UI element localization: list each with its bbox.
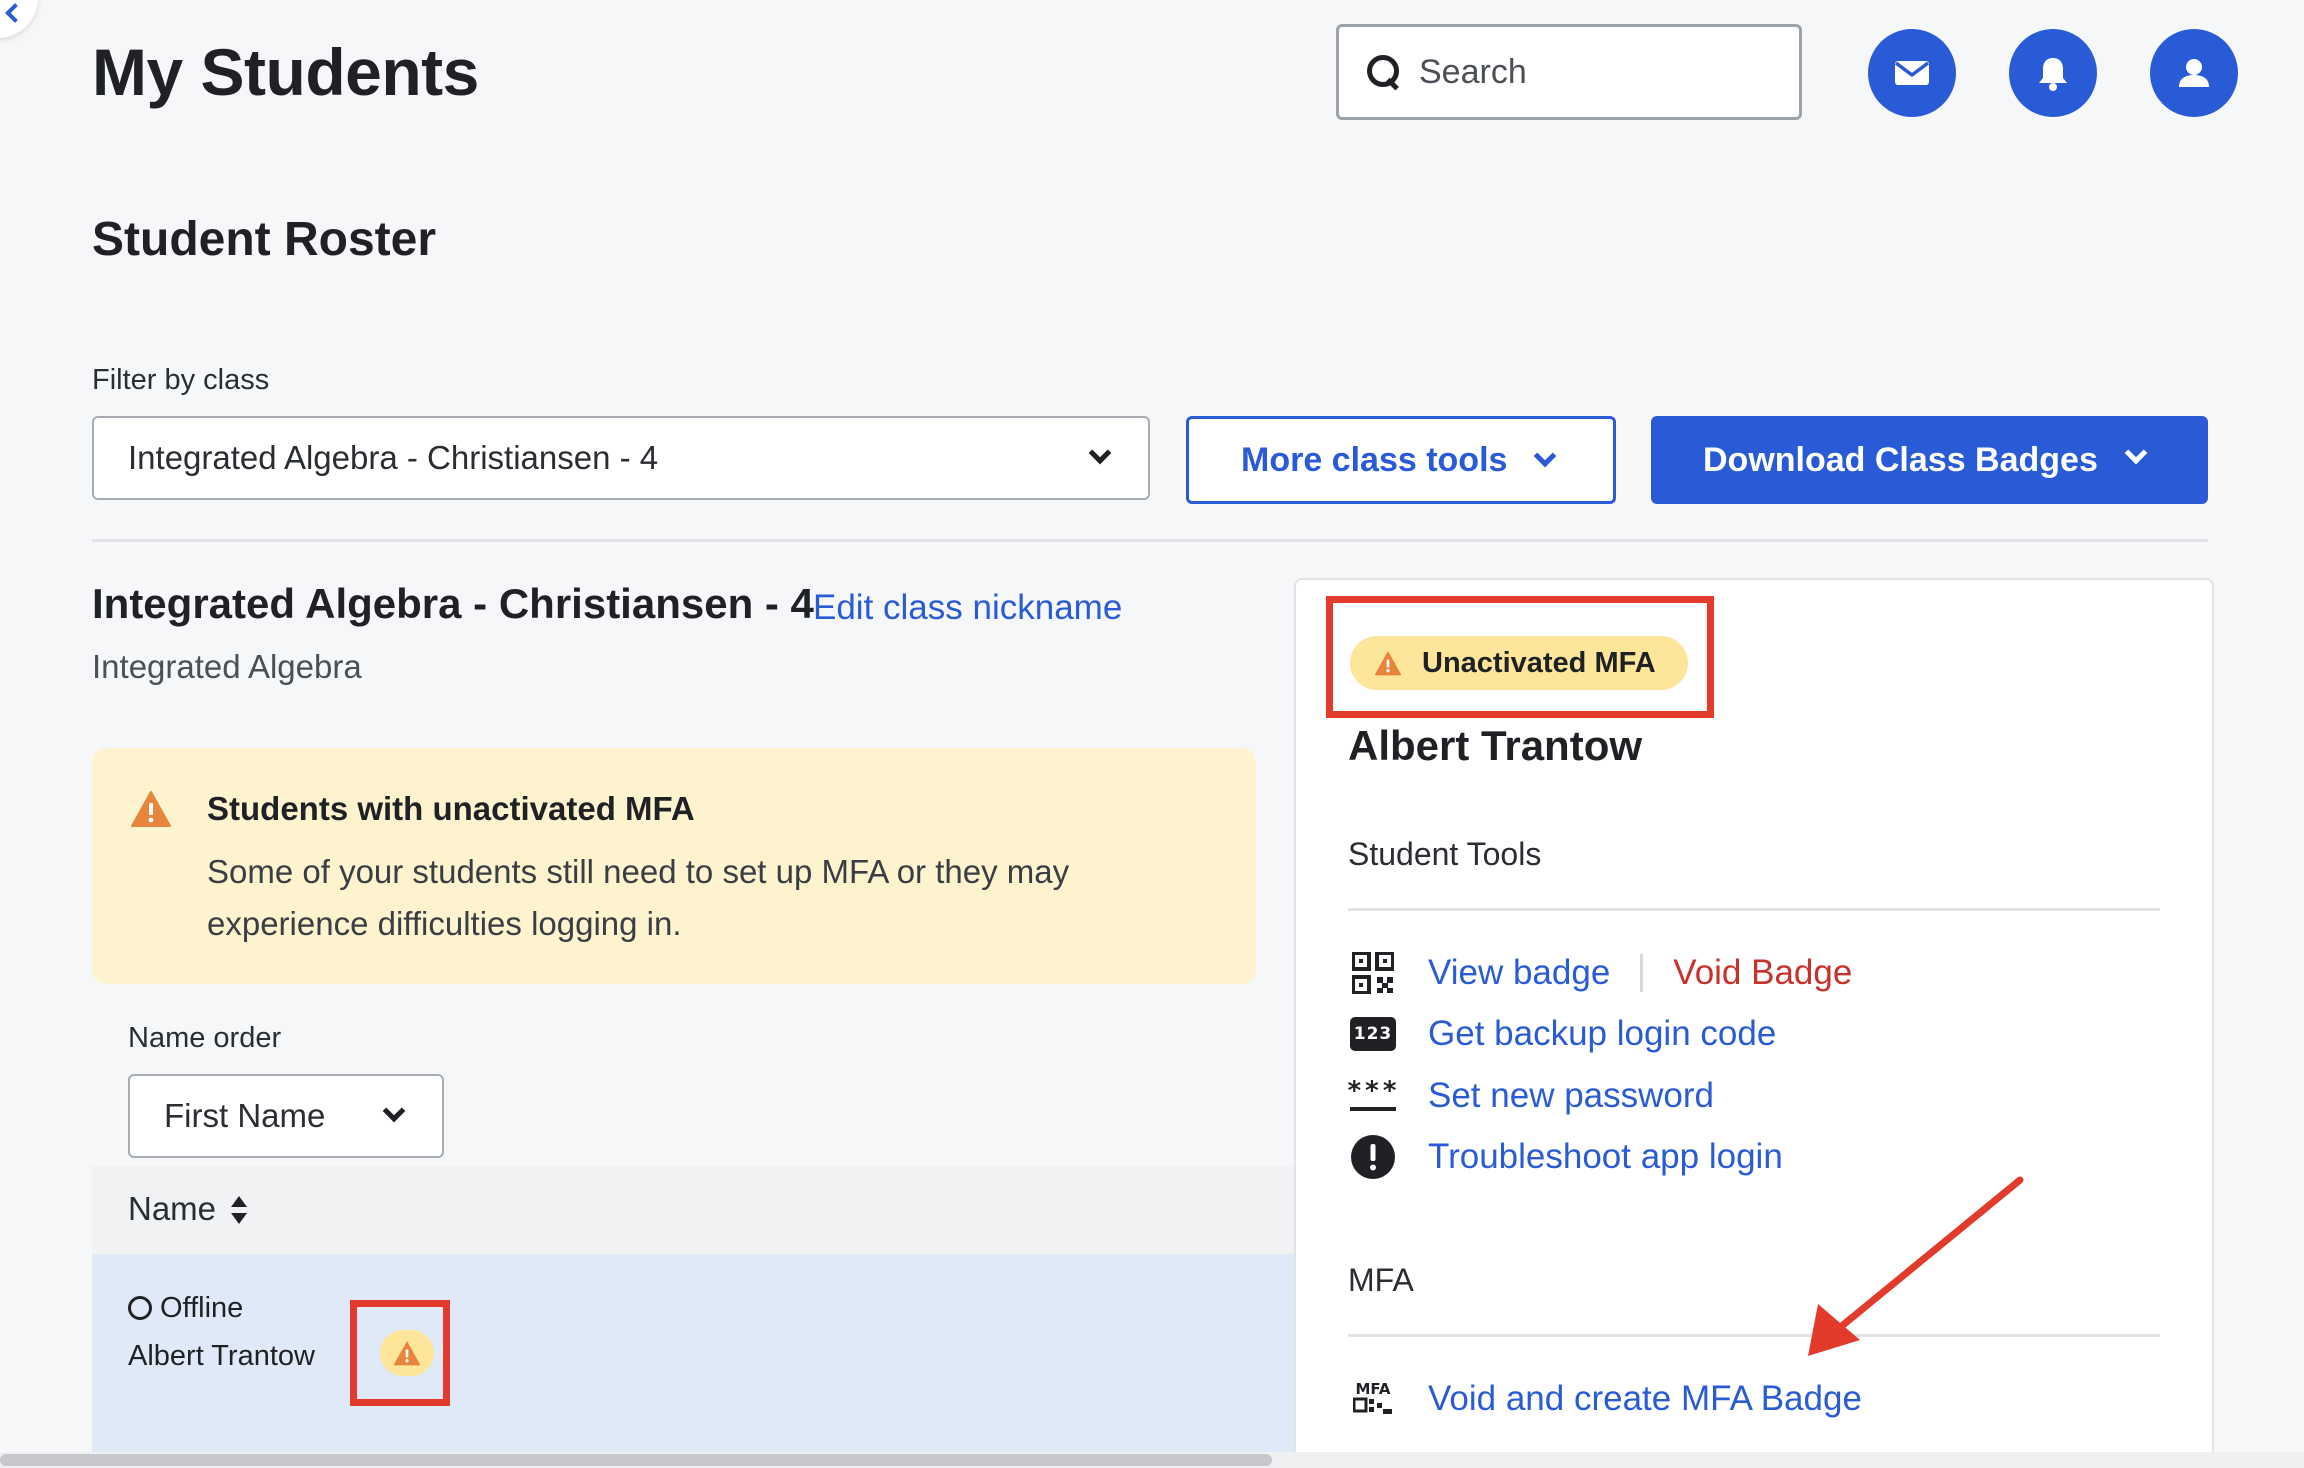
badge-tools-row: View badge Void Badge <box>1348 948 1852 998</box>
class-select[interactable]: Integrated Algebra - Christiansen - 4 <box>92 416 1150 500</box>
qr-code-icon <box>1348 948 1398 998</box>
chevron-down-icon <box>382 1099 406 1123</box>
password-icon: *** <box>1346 1071 1400 1121</box>
notifications-button[interactable] <box>2009 29 2097 117</box>
alert-body: Some of your students still need to set … <box>207 853 1070 942</box>
section-title: Student Roster <box>92 213 437 266</box>
code-123-icon-text: 123 <box>1350 1017 1396 1051</box>
student-tools-title: Student Tools <box>1348 836 1542 872</box>
search-input[interactable] <box>1419 52 1779 92</box>
password-row: *** Set new password <box>1346 1071 1714 1121</box>
student-detail-name: Albert Trantow <box>1348 722 1643 769</box>
mfa-section-title: MFA <box>1348 1262 1414 1298</box>
alert-title: Students with unactivated MFA <box>207 790 695 827</box>
profile-button[interactable] <box>2150 29 2238 117</box>
table-header: Name <box>92 1166 1294 1254</box>
mfa-badge-row: MFA Void and create MFA Badge <box>1348 1374 1862 1424</box>
page-title: My Students <box>92 35 479 109</box>
search-icon <box>1367 55 1401 89</box>
backup-login-code-link[interactable]: Get backup login code <box>1428 1014 1776 1054</box>
troubleshoot-app-login-link[interactable]: Troubleshoot app login <box>1428 1137 1783 1177</box>
password-icon-text: *** <box>1346 1076 1400 1106</box>
student-name: Albert Trantow <box>128 1340 315 1372</box>
password-icon-shape: *** <box>1346 1076 1400 1111</box>
more-class-tools-button[interactable]: More class tools <box>1186 416 1616 504</box>
table-row[interactable]: Offline Albert Trantow <box>92 1254 1294 1454</box>
offline-status-icon <box>128 1296 152 1320</box>
class-select-value: Integrated Algebra - Christiansen - 4 <box>128 439 659 476</box>
annotation-arrow <box>1808 1176 2024 1356</box>
mfa-badge-icon-shape: MFA <box>1353 1379 1393 1417</box>
mfa-badge-icon-text: MFA <box>1355 1379 1391 1398</box>
download-class-badges-label: Download Class Badges <box>1703 440 2098 479</box>
chevron-left-icon <box>5 3 25 23</box>
bell-icon <box>2039 58 2067 91</box>
code-123-icon: 123 <box>1348 1009 1398 1059</box>
back-button[interactable] <box>0 0 38 38</box>
void-and-create-mfa-badge-link[interactable]: Void and create MFA Badge <box>1428 1379 1862 1419</box>
divider <box>1348 908 2160 911</box>
link-separator <box>1640 954 1644 992</box>
sort-icon[interactable] <box>231 1196 247 1224</box>
divider <box>1348 1334 2160 1337</box>
chevron-down-icon <box>1533 444 1557 468</box>
filter-label: Filter by class <box>92 364 270 396</box>
warning-icon <box>131 791 171 827</box>
mfa-warning-alert: Students with unactivated MFA Some of yo… <box>92 748 1256 984</box>
password-icon-underline <box>1350 1107 1396 1111</box>
annotation-highlight-box <box>1326 596 1714 718</box>
qr-mini-icon <box>1353 1397 1392 1414</box>
name-order-label: Name order <box>128 1022 282 1054</box>
mail-icon <box>1894 61 1930 85</box>
name-order-value: First Name <box>164 1097 326 1134</box>
backup-code-row: 123 Get backup login code <box>1348 1009 1776 1059</box>
search-box[interactable] <box>1336 24 1802 120</box>
horizontal-scrollbar-thumb[interactable] <box>0 1454 1272 1466</box>
divider <box>92 539 2208 542</box>
exclamation-circle-icon <box>1348 1132 1398 1182</box>
class-heading: Integrated Algebra - Christiansen - 4 <box>92 580 814 627</box>
void-badge-link[interactable]: Void Badge <box>1673 953 1852 993</box>
class-subject: Integrated Algebra <box>92 648 362 685</box>
troubleshoot-row: Troubleshoot app login <box>1348 1132 1783 1182</box>
view-badge-link[interactable]: View badge <box>1428 953 1610 993</box>
more-class-tools-label: More class tools <box>1241 440 1508 479</box>
set-new-password-link[interactable]: Set new password <box>1428 1076 1714 1116</box>
name-column-header[interactable]: Name <box>128 1190 216 1228</box>
mfa-badge-icon: MFA <box>1348 1374 1398 1424</box>
name-order-select[interactable]: First Name <box>128 1074 444 1158</box>
download-class-badges-button[interactable]: Download Class Badges <box>1651 416 2208 504</box>
chevron-down-icon <box>2124 441 2148 465</box>
status-text: Offline <box>160 1292 244 1324</box>
edit-class-nickname-link[interactable]: Edit class nickname <box>813 588 1122 628</box>
chevron-down-icon <box>1088 441 1112 465</box>
messages-button[interactable] <box>1868 29 1956 117</box>
user-icon <box>2179 59 2209 87</box>
annotation-highlight-box <box>350 1300 450 1406</box>
